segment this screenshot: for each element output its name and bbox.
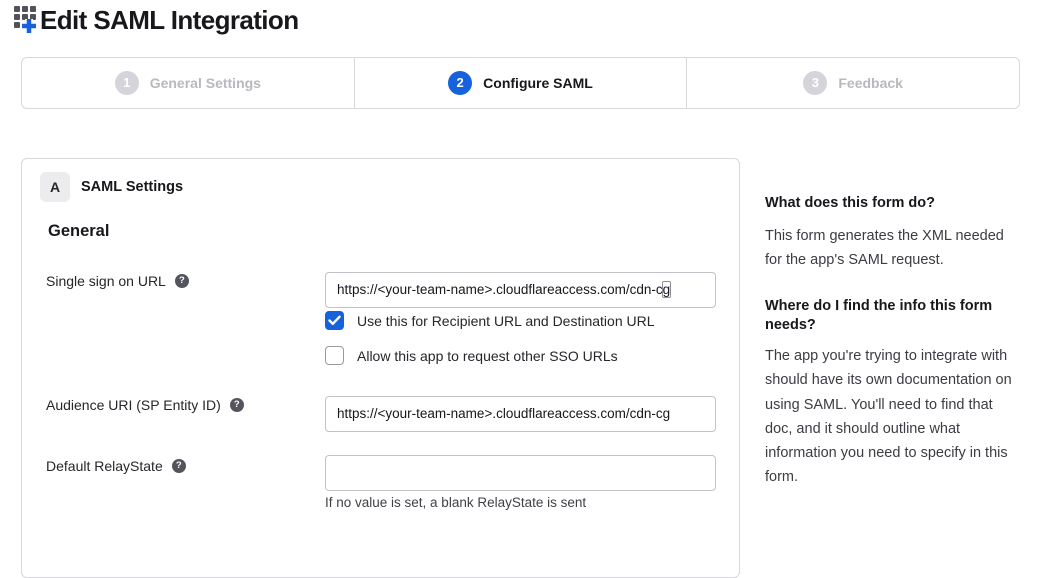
group-title-general: General	[48, 222, 109, 241]
step-label: General Settings	[150, 75, 261, 91]
page-title: Edit SAML Integration	[40, 0, 298, 40]
default-relaystate-label: Default RelayState ?	[46, 458, 186, 474]
checkbox-label: Allow this app to request other SSO URLs	[357, 348, 618, 364]
audience-uri-label: Audience URI (SP Entity ID) ?	[46, 397, 244, 413]
question-icon[interactable]: ?	[230, 398, 244, 412]
recipient-url-checkbox-row[interactable]: Use this for Recipient URL and Destinati…	[325, 311, 655, 330]
step-label: Configure SAML	[483, 75, 593, 91]
sso-url-label: Single sign on URL ?	[46, 273, 189, 289]
default-relaystate-label-text: Default RelayState	[46, 458, 163, 474]
audience-uri-value: https://<your-team-name>.cloudflareacces…	[337, 406, 670, 421]
wizard-step-feedback[interactable]: 3 Feedback	[686, 58, 1019, 108]
wizard-step-general-settings[interactable]: 1 General Settings	[22, 58, 354, 108]
checkbox-checked-icon[interactable]	[325, 311, 344, 330]
audience-uri-label-text: Audience URI (SP Entity ID)	[46, 397, 221, 413]
step-label: Feedback	[838, 75, 903, 91]
section-title: SAML Settings	[81, 172, 183, 202]
default-relaystate-input[interactable]	[325, 455, 716, 491]
sso-url-label-text: Single sign on URL	[46, 273, 166, 289]
other-sso-urls-checkbox-row[interactable]: Allow this app to request other SSO URLs	[325, 346, 618, 365]
sso-url-input[interactable]: https://<your-team-name>.cloudflareacces…	[325, 272, 716, 308]
app-grid-add-icon	[12, 3, 42, 37]
text-cursor	[662, 281, 671, 298]
checkbox-label: Use this for Recipient URL and Destinati…	[357, 313, 655, 329]
help-answer-1: This form generates the XML needed for t…	[765, 224, 1004, 273]
step-number-badge: 3	[803, 71, 827, 95]
question-icon[interactable]: ?	[172, 459, 186, 473]
audience-uri-input[interactable]: https://<your-team-name>.cloudflareacces…	[325, 396, 716, 432]
saml-settings-panel: A SAML Settings General Single sign on U…	[21, 158, 740, 578]
help-question-1: What does this form do?	[765, 194, 935, 213]
section-badge: A	[40, 172, 70, 202]
checkbox-unchecked-icon[interactable]	[325, 346, 344, 365]
relaystate-helper-text: If no value is set, a blank RelayState i…	[325, 495, 586, 510]
question-icon[interactable]: ?	[175, 274, 189, 288]
sso-url-value: https://<your-team-name>.cloudflareacces…	[337, 282, 670, 297]
step-number-badge: 1	[115, 71, 139, 95]
help-question-2: Where do I find the info this form needs…	[765, 297, 992, 335]
edit-saml-integration-page: { "header": { "title": "Edit SAML Integr…	[0, 0, 1063, 515]
step-number-badge: 2	[448, 71, 472, 95]
wizard-steps: 1 General Settings 2 Configure SAML 3 Fe…	[21, 57, 1020, 109]
help-answer-2: The app you're trying to integrate with …	[765, 344, 1012, 490]
wizard-step-configure-saml[interactable]: 2 Configure SAML	[354, 58, 687, 108]
